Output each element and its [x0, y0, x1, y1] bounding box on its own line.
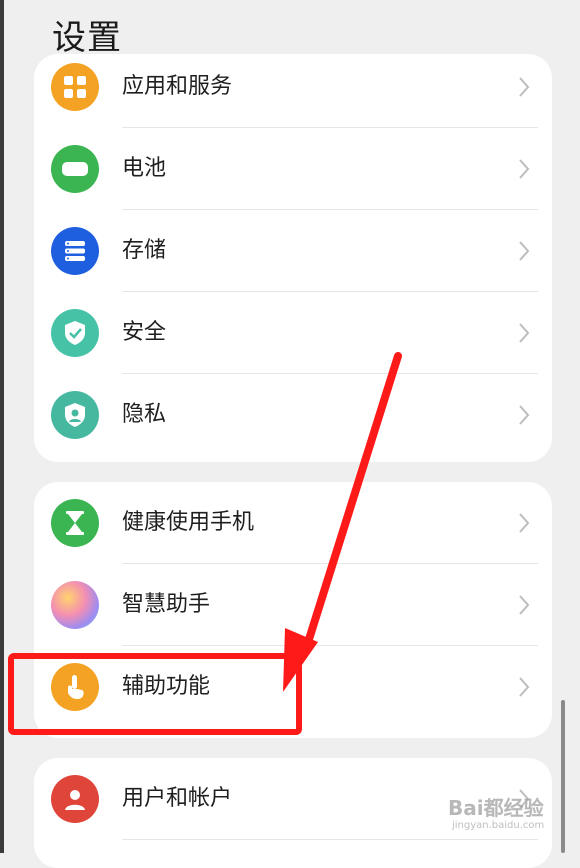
settings-item-label: 用户和帐户 — [122, 786, 233, 811]
chevron-right-icon — [519, 77, 530, 97]
watermark-url: jingyan.baidu.com — [452, 820, 545, 831]
watermark-logo: Bai都经验 — [448, 796, 544, 820]
settings-item-label: 电池 — [122, 156, 167, 181]
settings-item-label: 隐私 — [122, 402, 167, 427]
settings-item-smart-assistant[interactable]: 智慧助手 — [34, 564, 552, 646]
chevron-right-icon — [519, 677, 530, 697]
storage-icon — [51, 227, 99, 275]
divider — [122, 839, 538, 840]
chevron-right-icon — [519, 323, 530, 343]
smart-assistant-icon — [51, 581, 99, 629]
battery-icon — [51, 145, 99, 193]
settings-item-security[interactable]: 安全 — [34, 292, 552, 374]
settings-item-label: 安全 — [122, 320, 167, 345]
chevron-right-icon — [519, 241, 530, 261]
settings-item-label: 智慧助手 — [122, 592, 211, 617]
settings-item-label: 存储 — [122, 238, 167, 263]
chevron-right-icon — [519, 513, 530, 533]
settings-item-label: 健康使用手机 — [122, 510, 255, 535]
page-title: 设置 — [52, 18, 122, 58]
settings-group-1: 应用和服务 电池 存储 安全 隐私 — [34, 54, 552, 462]
annotation-highlight-box — [8, 653, 302, 735]
scrollbar[interactable] — [561, 700, 565, 853]
privacy-icon — [51, 391, 99, 439]
screen-edge — [0, 0, 4, 853]
user-accounts-icon — [51, 775, 99, 823]
chevron-right-icon — [519, 159, 530, 179]
settings-item-privacy[interactable]: 隐私 — [34, 374, 552, 456]
settings-item-digital-balance[interactable]: 健康使用手机 — [34, 482, 552, 564]
settings-item-apps-services[interactable]: 应用和服务 — [34, 54, 552, 128]
settings-item-storage[interactable]: 存储 — [34, 210, 552, 292]
chevron-right-icon — [519, 595, 530, 615]
settings-item-label: 应用和服务 — [122, 74, 233, 99]
chevron-right-icon — [519, 405, 530, 425]
settings-item-battery[interactable]: 电池 — [34, 128, 552, 210]
security-shield-icon — [51, 309, 99, 357]
hourglass-icon — [51, 499, 99, 547]
apps-services-icon — [51, 63, 99, 111]
